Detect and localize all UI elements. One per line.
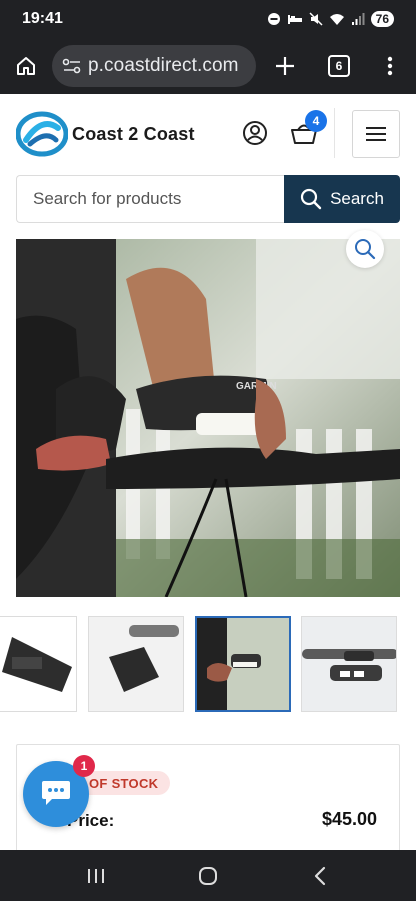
system-nav-bar [0, 850, 416, 901]
new-tab-button[interactable] [256, 38, 314, 94]
cart-count-badge: 4 [305, 110, 327, 132]
thumbnail-4[interactable] [301, 616, 397, 712]
search-button[interactable]: Search [284, 175, 400, 223]
recents-icon [88, 868, 104, 883]
price-value: $45.00 [321, 809, 377, 829]
site-logo[interactable]: Coast 2 Coast [16, 110, 195, 158]
thumbnail-image [302, 617, 396, 711]
home-icon [17, 57, 35, 75]
address-bar[interactable]: p.coastdirect.com [52, 45, 256, 87]
hamburger-icon [366, 127, 386, 141]
back-icon [314, 866, 326, 885]
browser-menu-button[interactable] [364, 38, 416, 94]
thumbnail-3[interactable] [195, 616, 291, 712]
site-settings-icon[interactable] [62, 57, 82, 75]
search-icon [300, 188, 322, 210]
battery-indicator: 76 [370, 11, 394, 27]
thumbnail-2[interactable] [88, 616, 184, 712]
dnd-icon [267, 13, 280, 25]
thumbnail-strip [0, 616, 416, 712]
search-bar: Search [16, 175, 400, 223]
url-text: p.coastdirect.com [88, 55, 239, 76]
zoom-icon [355, 239, 376, 260]
product-photo: GARMIN [16, 239, 400, 597]
wifi-icon [329, 13, 344, 25]
back-button[interactable] [290, 850, 350, 901]
chat-icon [42, 781, 70, 805]
zoom-button[interactable] [346, 230, 384, 268]
thumbnail-image [0, 617, 76, 711]
logo-text: Coast 2 Coast [72, 123, 195, 144]
account-button[interactable] [241, 119, 269, 147]
site-header: Coast 2 Coast [0, 94, 416, 174]
header-divider [334, 108, 335, 158]
home-circle-icon [199, 866, 217, 885]
status-icons: 76 [267, 11, 394, 27]
browser-toolbar: p.coastdirect.com 6 [0, 38, 416, 94]
status-time: 19:41 [22, 10, 63, 27]
signal-icon [351, 12, 365, 25]
more-vert-icon [387, 56, 393, 76]
thumbnail-image [89, 617, 183, 711]
search-input[interactable] [16, 175, 284, 223]
thumbnail-image [197, 618, 289, 710]
logo-mark-icon [16, 111, 68, 157]
bed-icon [287, 15, 302, 24]
menu-button[interactable] [352, 110, 400, 158]
chat-notification-badge: 1 [73, 755, 95, 777]
plus-icon [276, 57, 294, 75]
home-button[interactable] [0, 38, 52, 94]
home-nav-button[interactable] [178, 850, 238, 901]
mute-icon [309, 12, 323, 26]
recents-button[interactable] [66, 850, 126, 901]
tab-count: 6 [328, 55, 350, 77]
thumbnail-1[interactable] [0, 616, 77, 712]
product-main-image[interactable]: GARMIN [16, 239, 400, 597]
search-button-label: Search [330, 189, 384, 208]
tab-switcher-button[interactable]: 6 [314, 38, 364, 94]
user-icon [243, 121, 267, 145]
status-bar: 19:41 76 [0, 0, 416, 38]
